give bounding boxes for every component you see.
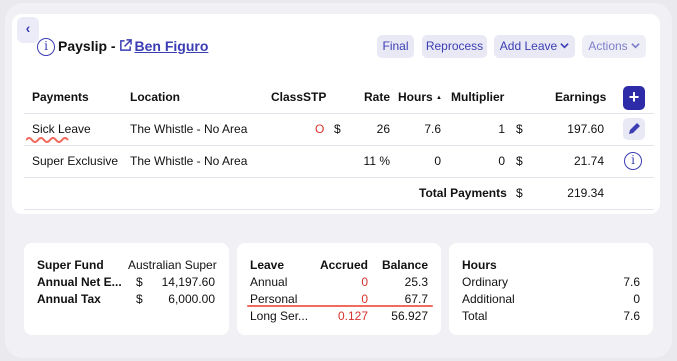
annual-net-label: Annual Net E... (37, 275, 122, 289)
row2-hours: 0 (434, 154, 441, 168)
total-payments-value: 219.34 (567, 186, 604, 200)
add-leave-button[interactable]: Add Leave (494, 35, 575, 58)
row2-payment[interactable]: Super Exclusive (32, 154, 118, 168)
chevron-down-icon (630, 43, 640, 49)
super-fund-label: Super Fund (37, 258, 104, 272)
edit-row-button[interactable] (623, 118, 645, 140)
leave-long-service-label: Long Ser... (250, 309, 309, 323)
leave-personal-balance: 67.7 (404, 292, 428, 306)
total-payments-label: Total Payments (419, 186, 507, 200)
add-payment-button[interactable]: + (623, 86, 645, 110)
title-prefix: Payslip - (58, 38, 116, 54)
spellcheck-squiggle (26, 137, 69, 143)
super-fund-value: Australian Super (128, 258, 217, 272)
hours-title: Hours (462, 258, 497, 272)
sort-asc-icon: ▲ (436, 95, 442, 101)
leave-personal-accrued: 0 (361, 292, 368, 306)
col-rate[interactable]: Rate (350, 90, 390, 104)
row2-rate: 11 % (363, 154, 390, 168)
row2-earnings: 21.74 (573, 154, 604, 168)
col-earnings[interactable]: Earnings (555, 90, 606, 104)
back-button[interactable]: ‹ (17, 17, 39, 43)
leave-long-service-accrued: 0.127 (337, 309, 368, 323)
hours-total-value: 7.6 (623, 309, 640, 323)
actions-button[interactable]: Actions (582, 35, 646, 58)
hours-ordinary-value: 7.6 (623, 275, 640, 289)
col-multiplier[interactable]: Multiplier (451, 90, 504, 104)
leave-annual-label: Annual (250, 275, 288, 289)
plus-icon: + (628, 87, 640, 107)
annual-tax-currency: $ (136, 292, 143, 306)
row2-earn-currency: $ (516, 154, 523, 168)
row1-multiplier: 1 (498, 122, 505, 136)
annual-tax-label: Annual Tax (37, 292, 101, 306)
row1-location: The Whistle - No Area (130, 122, 248, 136)
info-icon[interactable]: i (624, 152, 642, 170)
divider (24, 209, 654, 210)
external-link-icon (120, 39, 133, 51)
divider (24, 145, 654, 146)
annual-tax-value: 6,000.00 (168, 292, 215, 306)
row1-stp: O (315, 122, 325, 136)
page-title: Payslip - Ben Figuro (58, 38, 208, 54)
hours-total-label: Total (462, 309, 488, 323)
leave-header: Leave (250, 258, 285, 272)
col-hours-label: Hours (398, 90, 433, 104)
row2-location: The Whistle - No Area (130, 154, 248, 168)
leave-annual-accrued: 0 (361, 275, 368, 289)
chevron-left-icon: ‹ (25, 20, 31, 36)
pencil-icon (629, 123, 640, 134)
accrued-header: Accrued (319, 258, 368, 272)
divider (24, 113, 654, 114)
add-leave-label: Add Leave (499, 39, 558, 53)
row1-hours: 7.6 (424, 122, 441, 136)
col-hours[interactable]: Hours ▲ (398, 90, 442, 104)
final-button[interactable]: Final (377, 35, 414, 58)
col-class[interactable]: Class (271, 90, 303, 104)
annual-net-currency: $ (136, 275, 143, 289)
annual-net-value: 14,197.60 (161, 275, 215, 289)
row1-payment[interactable]: Sick Leave (32, 122, 91, 136)
divider (24, 177, 654, 178)
actions-label: Actions (588, 39, 628, 53)
row1-earnings: 197.60 (567, 122, 604, 136)
info-icon[interactable]: i (37, 38, 55, 56)
col-payments[interactable]: Payments (32, 90, 89, 104)
leave-personal-label: Personal (250, 292, 298, 306)
reprocess-button[interactable]: Reprocess (422, 35, 487, 58)
personal-leave-highlight (247, 305, 433, 307)
row2-multiplier: 0 (498, 154, 505, 168)
total-currency: $ (516, 186, 523, 200)
col-location[interactable]: Location (130, 90, 180, 104)
chevron-down-icon (560, 43, 569, 49)
hours-ordinary-label: Ordinary (462, 275, 509, 289)
employee-name: Ben Figuro (134, 38, 209, 54)
leave-annual-balance: 25.3 (404, 275, 428, 289)
leave-long-service-balance: 56.927 (391, 309, 428, 323)
hours-additional-value: 0 (633, 292, 640, 306)
row1-earn-currency: $ (516, 122, 523, 136)
col-stp[interactable]: STP (303, 90, 326, 104)
employee-link[interactable]: Ben Figuro (119, 38, 208, 54)
super-panel (24, 243, 229, 335)
row1-rate: 26 (376, 122, 390, 136)
balance-header: Balance (381, 258, 428, 272)
hours-additional-label: Additional (462, 292, 515, 306)
